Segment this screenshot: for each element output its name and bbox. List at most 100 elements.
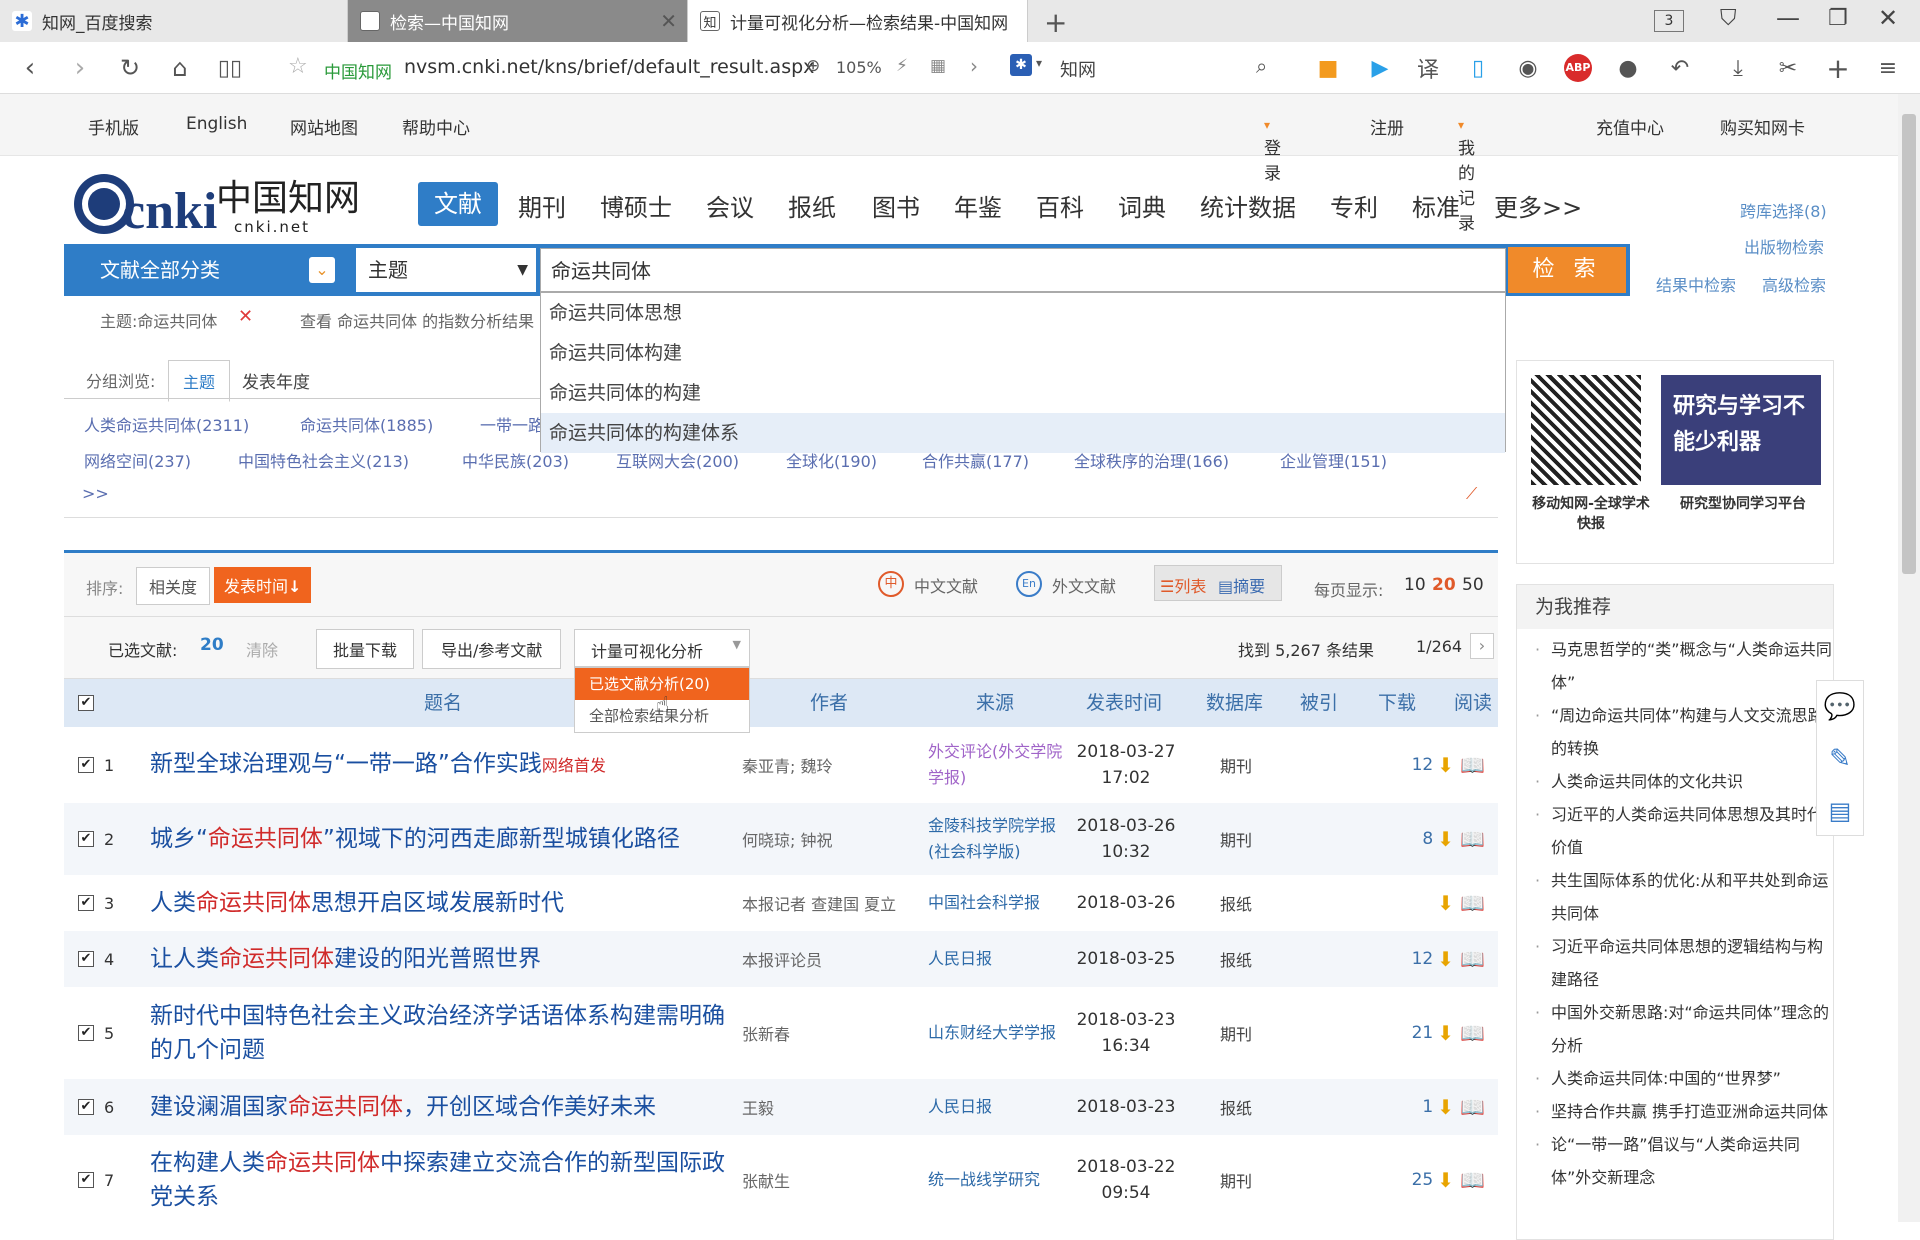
nav-conference[interactable]: 会议 <box>706 188 754 223</box>
row-checkbox[interactable]: ✔ <box>78 951 94 967</box>
recommend-item[interactable]: 共生国际体系的优化:从和平共处到命运共同体 <box>1517 864 1833 930</box>
chinese-lit-link[interactable]: 中文文献 <box>914 573 978 597</box>
register-link[interactable]: 注册 <box>1370 114 1404 139</box>
adblock-icon[interactable]: ABP <box>1562 52 1594 84</box>
weibo-icon[interactable]: ◉ <box>1512 52 1544 84</box>
result-title[interactable]: 让人类命运共同体建设的阳光普照世界 <box>150 942 541 976</box>
suggestion-item[interactable]: 命运共同体的构建体系 <box>541 413 1505 453</box>
undo-icon[interactable]: ↶ <box>1664 52 1696 84</box>
forward-icon[interactable]: › <box>62 50 98 86</box>
group-item[interactable]: 中国特色社会主义(213) <box>238 448 409 472</box>
publication-search-link[interactable]: 出版物检索 <box>1744 234 1824 258</box>
chinese-lit-icon[interactable]: 中 <box>878 571 904 597</box>
col-date[interactable]: 发表时间 <box>1086 679 1162 727</box>
category-select[interactable]: 文献全部分类 <box>64 244 340 296</box>
result-source[interactable]: 人民日报 <box>928 1094 992 1120</box>
per-page-10[interactable]: 10 <box>1404 575 1426 595</box>
result-author[interactable]: 本报评论员 <box>742 947 822 971</box>
translate-icon[interactable]: 译 <box>1412 52 1444 84</box>
result-author[interactable]: 何晓琼; 钟祝 <box>742 827 832 851</box>
zoom-level[interactable]: 105% <box>836 58 882 77</box>
feedback-icon[interactable]: 💬 <box>1817 681 1863 733</box>
expand-groups[interactable]: >> <box>82 484 109 503</box>
nav-dictionary[interactable]: 词典 <box>1118 188 1166 223</box>
read-icon[interactable]: 📖 <box>1460 947 1485 971</box>
result-title[interactable]: 建设澜湄国家命运共同体，开创区域合作美好未来 <box>150 1090 656 1124</box>
clear-selection[interactable]: 清除 <box>246 637 278 661</box>
search-input[interactable]: 命运共同体 <box>540 248 1506 292</box>
col-cited[interactable]: 被引 <box>1300 679 1338 727</box>
phone-icon[interactable]: ▯ <box>1462 52 1494 84</box>
records-link[interactable]: 我的记录 ▾ <box>1458 114 1475 234</box>
zoom-icon[interactable]: ⊕ <box>806 56 820 76</box>
download-icon[interactable]: ⬇ <box>1437 1095 1454 1119</box>
nav-thesis[interactable]: 博硕士 <box>600 188 672 223</box>
group-item[interactable]: 一带一路 <box>480 412 544 436</box>
row-checkbox[interactable]: ✔ <box>78 757 94 773</box>
row-checkbox[interactable]: ✔ <box>78 1099 94 1115</box>
recommend-item[interactable]: 坚持合作共赢 携手打造亚洲命运共同体 <box>1517 1095 1833 1128</box>
result-author[interactable]: 张献生 <box>742 1168 790 1192</box>
search-engine-icon[interactable]: ✱ <box>1010 54 1032 76</box>
batch-download-button[interactable]: 批量下载 <box>316 629 415 669</box>
foreign-lit-link[interactable]: 外文文献 <box>1052 573 1116 597</box>
viz-analysis-button[interactable]: 计量可视化分析 ▼ <box>574 629 750 667</box>
engine-dropdown-icon[interactable]: ▾ <box>1036 56 1042 70</box>
group-tab-year[interactable]: 发表年度 <box>242 368 310 393</box>
edit-icon[interactable]: ✎ <box>1817 733 1863 785</box>
scrollbar-thumb[interactable] <box>1902 114 1916 574</box>
result-title[interactable]: 新时代中国特色社会主义政治经济学话语体系构建需明确的几个问题 <box>150 999 730 1067</box>
result-title[interactable]: 人类命运共同体思想开启区域发展新时代 <box>150 886 564 920</box>
suggestion-item[interactable]: 命运共同体思想 <box>541 293 1505 333</box>
sort-date[interactable]: 发表时间↓ <box>214 567 312 603</box>
col-read[interactable]: 阅读 <box>1454 679 1492 727</box>
nav-statistics[interactable]: 统计数据 <box>1200 188 1296 223</box>
download-icon[interactable]: ⬇ <box>1437 753 1454 777</box>
nav-newspaper[interactable]: 报纸 <box>788 188 836 223</box>
tab-search[interactable]: 知 检索—中国知网 ✕ <box>348 0 688 42</box>
reload-icon[interactable]: ↻ <box>112 50 148 86</box>
export-button[interactable]: 导出/参考文献 <box>422 629 562 669</box>
restore-icon[interactable]: ❐ <box>1828 6 1848 31</box>
recommend-item[interactable]: 人类命运共同体:中国的“世界梦” <box>1517 1062 1833 1095</box>
nav-patent[interactable]: 专利 <box>1330 188 1378 223</box>
scissors-icon[interactable]: ✂ <box>1772 52 1804 84</box>
minimize-icon[interactable]: — <box>1776 4 1800 32</box>
result-source[interactable]: 统一战线学研究 <box>928 1167 1040 1193</box>
tab-viz[interactable]: 知 计量可视化分析—检索结果-中国知网 <box>688 0 1028 42</box>
sort-relevance[interactable]: 相关度 <box>136 567 211 605</box>
result-author[interactable]: 秦亚青; 魏玲 <box>742 753 832 777</box>
search-icon[interactable]: ⌕ <box>1256 54 1267 78</box>
add-icon[interactable]: + <box>1822 52 1854 85</box>
read-icon[interactable]: 📖 <box>1460 753 1485 777</box>
search-in-results-link[interactable]: 结果中检索 <box>1656 272 1736 296</box>
recommend-item[interactable]: 习近平的人类命运共同体思想及其时代价值 <box>1517 798 1833 864</box>
close-tab-icon[interactable]: ✕ <box>660 9 677 33</box>
sitemap-link[interactable]: 网站地图 <box>290 114 358 139</box>
suggestion-item[interactable]: 命运共同体的构建 <box>541 373 1505 413</box>
result-source[interactable]: 中国社会科学报 <box>928 890 1040 916</box>
result-author[interactable]: 本报记者 查建国 夏立 <box>742 891 896 915</box>
nav-encyclopedia[interactable]: 百科 <box>1036 188 1084 223</box>
tab-count-badge[interactable]: 3 <box>1654 10 1684 32</box>
abstract-view-button[interactable]: ▤摘要 <box>1218 573 1265 597</box>
recommend-item[interactable]: 论“一带一路”倡议与“人类命运共同体”外交新理念 <box>1517 1128 1833 1194</box>
chevron-down-icon[interactable]: ⌄ <box>309 257 335 283</box>
english-link[interactable]: English <box>186 114 247 134</box>
flash-icon[interactable]: ⚡ <box>896 56 908 76</box>
download-icon[interactable]: ⬇ <box>1437 891 1454 915</box>
qr-small-icon[interactable]: ▦ <box>930 56 946 76</box>
group-item[interactable]: 网络空间(237) <box>84 448 191 472</box>
result-author[interactable]: 张新春 <box>742 1021 790 1045</box>
star-icon[interactable]: ☆ <box>288 54 308 79</box>
qr-code-image[interactable] <box>1531 375 1641 485</box>
nav-yearbook[interactable]: 年鉴 <box>954 188 1002 223</box>
mobile-link[interactable]: 手机版 <box>88 114 139 139</box>
recommend-item[interactable]: 马克思哲学的“类”概念与“人类命运共同体” <box>1517 633 1833 699</box>
result-source[interactable]: 金陵科技学院学报(社会科学版) <box>928 813 1068 865</box>
read-icon[interactable]: 📖 <box>1460 891 1485 915</box>
search-button[interactable]: 检 索 <box>1508 247 1626 293</box>
recommend-item[interactable]: “周边命运共同体”构建与人文交流思路的转换 <box>1517 699 1833 765</box>
buy-card-link[interactable]: 购买知网卡 <box>1720 114 1805 139</box>
result-author[interactable]: 王毅 <box>742 1095 774 1119</box>
